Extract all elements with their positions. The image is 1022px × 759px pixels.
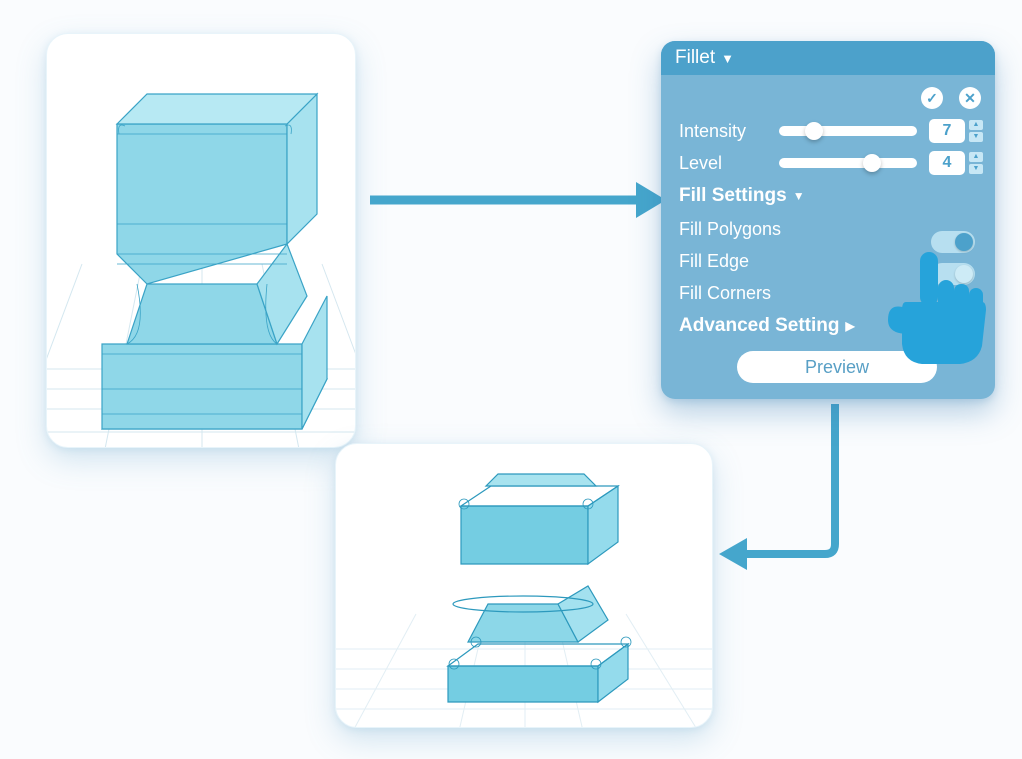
panel-title: Fillet (675, 47, 715, 69)
level-value[interactable]: 4 (929, 151, 965, 175)
viewport-after (335, 443, 713, 728)
panel-header[interactable]: Fillet ▼ ✓ ✕ (661, 41, 995, 75)
level-row: Level 4 ▲▼ (679, 147, 995, 179)
cancel-button[interactable]: ✕ (959, 87, 981, 109)
arrow-panel-to-b (715, 400, 875, 590)
fill-corners-label: Fill Corners (679, 283, 771, 304)
level-spinner[interactable]: ▲▼ (969, 152, 983, 174)
chevron-down-icon: ▼ (721, 51, 734, 66)
intensity-label: Intensity (679, 121, 779, 142)
confirm-button[interactable]: ✓ (921, 87, 943, 109)
chevron-right-icon: ▶ (845, 319, 854, 333)
chevron-down-icon: ▼ (793, 189, 805, 203)
intensity-slider[interactable] (779, 126, 917, 136)
fill-edge-label: Fill Edge (679, 251, 749, 272)
pointer-hand-icon (882, 250, 992, 370)
arrow-a-to-panel (360, 170, 670, 230)
intensity-spinner[interactable]: ▲▼ (969, 120, 983, 142)
fill-settings-header[interactable]: Fill Settings ▼ (679, 185, 995, 207)
viewport-before (46, 33, 356, 448)
intensity-value[interactable]: 7 (929, 119, 965, 143)
fill-polygons-label: Fill Polygons (679, 219, 781, 240)
level-slider[interactable] (779, 158, 917, 168)
intensity-row: Intensity 7 ▲▼ (679, 115, 995, 147)
level-label: Level (679, 153, 779, 174)
fill-polygons-row: Fill Polygons (679, 213, 995, 245)
